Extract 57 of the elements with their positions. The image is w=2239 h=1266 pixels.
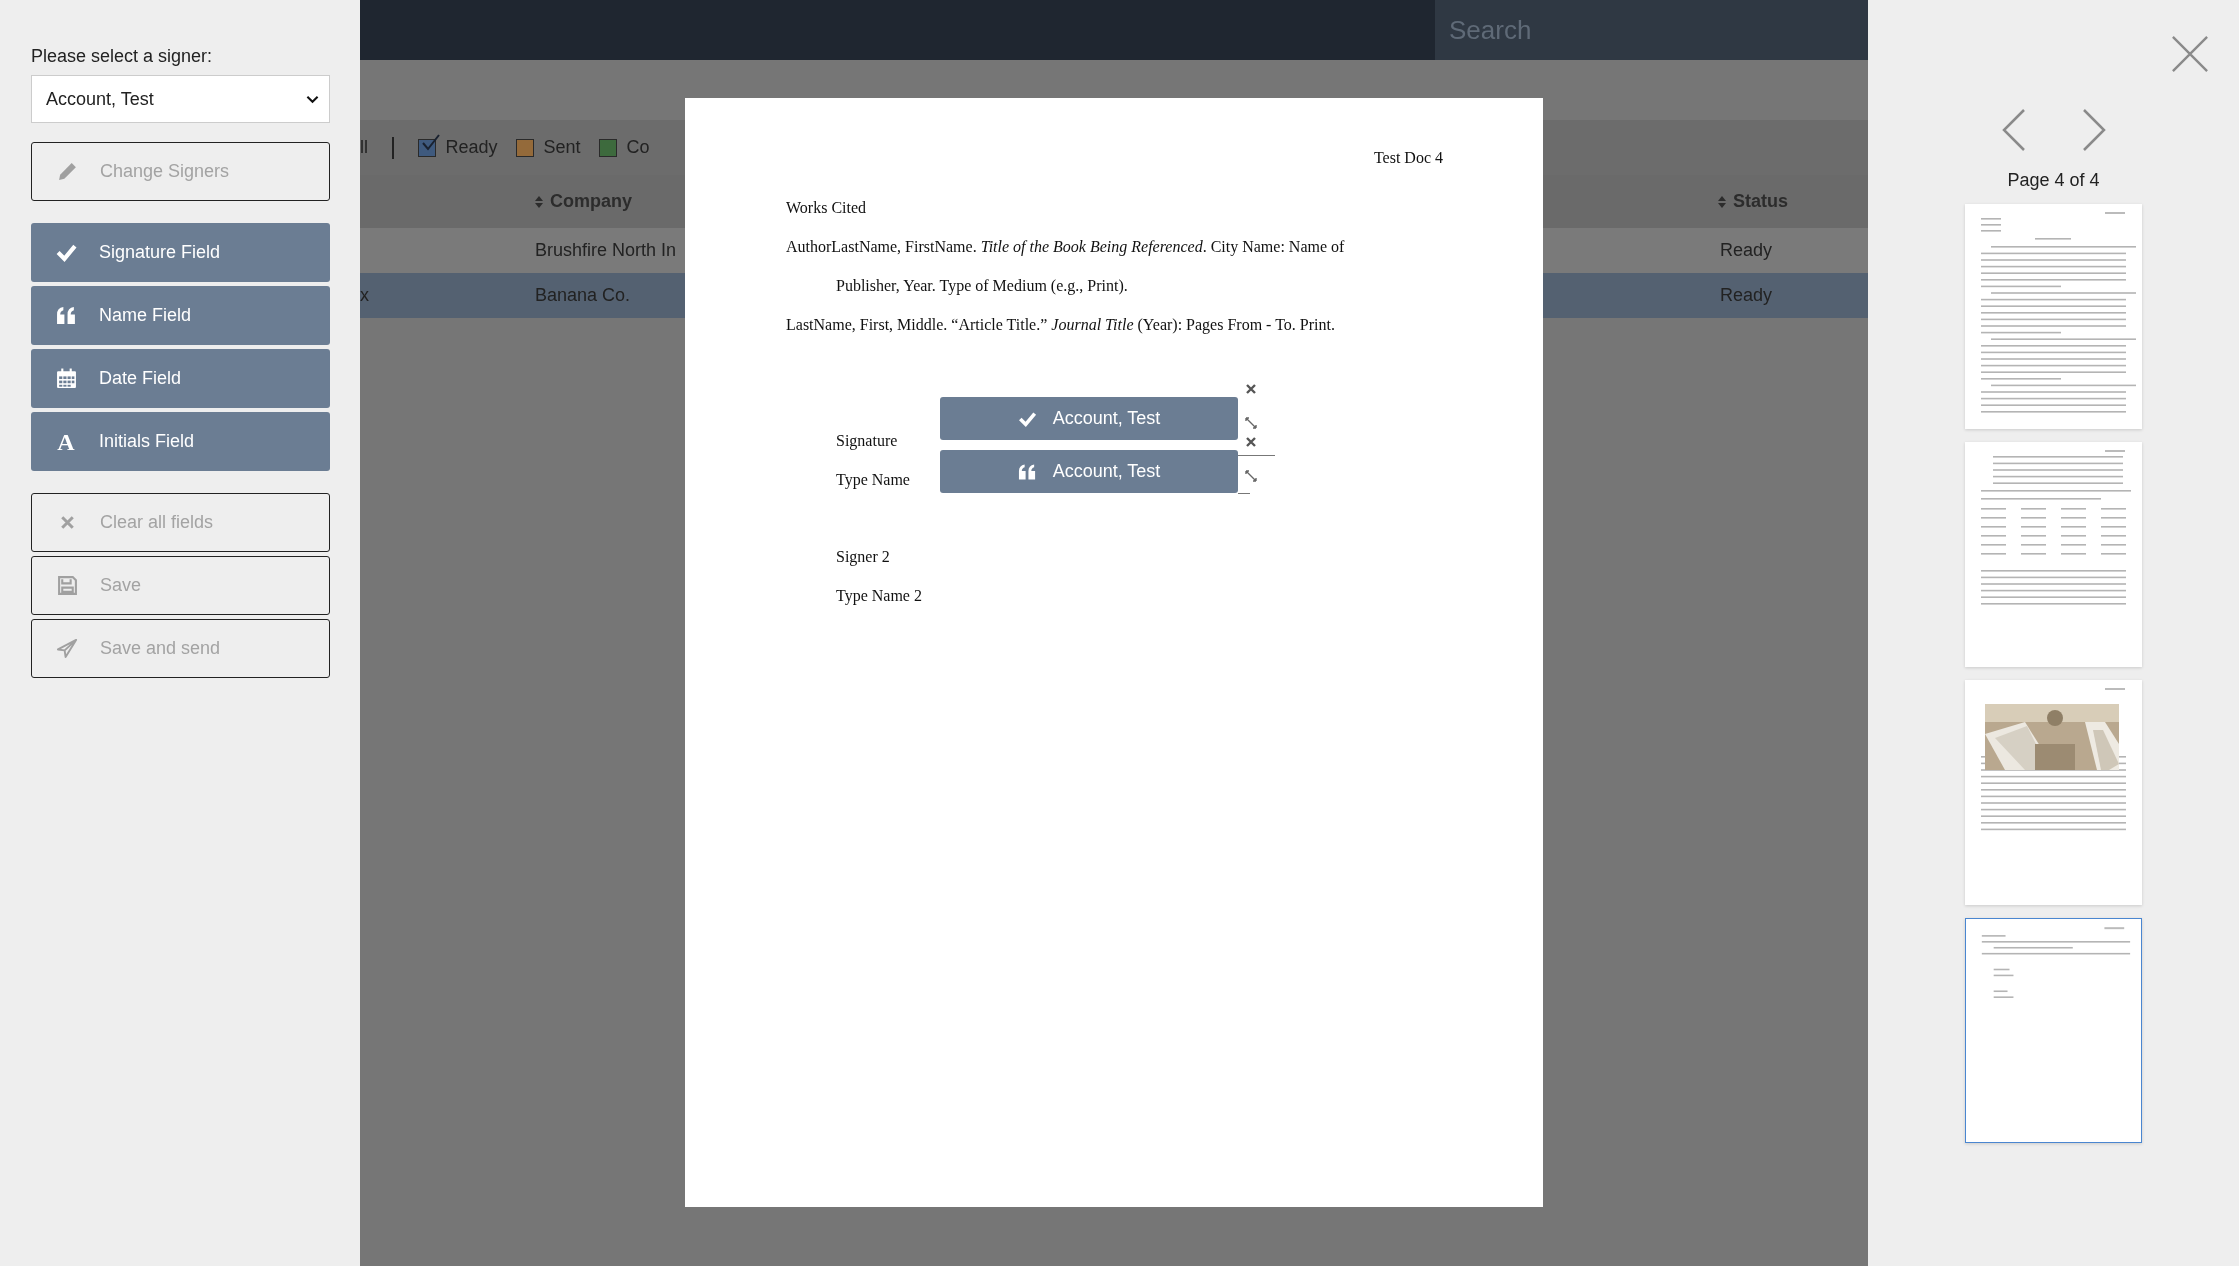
sidebar-button[interactable]: Date Field [31, 349, 330, 408]
signature-label: Signature [836, 431, 898, 452]
filter-checkbox[interactable] [515, 138, 534, 157]
table-cell: Banana Co. [535, 285, 631, 306]
next-page-icon[interactable] [2081, 108, 2106, 152]
table-cell: Brushfire North In [535, 240, 677, 261]
filter-label[interactable]: ll [360, 137, 368, 158]
column-header[interactable]: Status [1733, 191, 1788, 212]
letter-icon: A [57, 429, 75, 454]
page-indicator: Page 4 of 4 [2007, 170, 2100, 191]
quote-icon [1017, 462, 1037, 481]
filter-label[interactable]: Ready [445, 137, 498, 158]
column-header[interactable]: Company [550, 191, 632, 212]
sidebar-button[interactable]: Signature Field [31, 223, 330, 282]
signature-label: Type Name [836, 470, 910, 491]
filter-label[interactable]: Sent [543, 137, 581, 158]
citation-line: Publisher, Year. Type of Medium (e.g., Print). [836, 276, 1128, 297]
citation-line: LastName, First, Middle. “Article Title.” Journal Title (Year): Pages From - To. Print. [786, 315, 1335, 336]
page-thumbnail[interactable] [1965, 680, 2142, 905]
signer-select[interactable]: Account, Test [31, 75, 330, 123]
filter-checkbox[interactable] [598, 138, 617, 157]
signature-label: Signer 2 [836, 547, 890, 568]
chevron-down-icon [306, 94, 319, 104]
remove-icon[interactable] [1246, 384, 1256, 394]
close-icon[interactable] [2171, 35, 2209, 73]
table-cell: Ready [1720, 240, 1773, 261]
citation-line: AuthorLastName, FirstName. Title of the Book Being Referenced. City Name: Name of [786, 237, 1345, 258]
table-cell-text: x [360, 285, 370, 306]
remove-icon[interactable] [1246, 437, 1256, 447]
sidebar-button[interactable]: Name Field [31, 286, 330, 345]
signer-label: Please select a signer: [31, 46, 213, 67]
table-cell: Ready [1720, 285, 1773, 306]
pencil-icon [56, 161, 78, 182]
page-thumbnail[interactable] [1965, 204, 2142, 429]
table-row[interactable]: Ready [1543, 228, 1868, 273]
previous-page-icon[interactable] [2001, 108, 2026, 152]
page-thumbnail[interactable] [1965, 442, 2142, 667]
sort-icon[interactable] [1718, 195, 1726, 208]
placed-field[interactable]: Account, Test [940, 397, 1238, 440]
resize-icon[interactable] [1245, 417, 1257, 429]
page-thumbnail[interactable] [1965, 918, 2142, 1143]
page-header: Test Doc 4 [1372, 148, 1443, 168]
placed-field[interactable]: Account, Test [940, 450, 1238, 493]
table-row[interactable]: Brushfire North In [360, 228, 685, 273]
sidebar-button[interactable]: A Initials Field [31, 412, 330, 471]
signature-label: Type Name 2 [836, 586, 922, 607]
calendar-icon [55, 368, 77, 389]
close-icon [59, 515, 75, 530]
table-row[interactable]: Ready [1543, 273, 1868, 318]
paper-plane-icon [56, 638, 78, 659]
quote-icon [55, 305, 77, 326]
resize-icon[interactable] [1245, 470, 1257, 482]
sort-icon[interactable] [535, 195, 543, 208]
table-row[interactable]: x Banana Co. [360, 273, 685, 318]
filter-label[interactable]: Co [626, 137, 650, 158]
document-heading: Works Cited [786, 198, 867, 218]
check-icon [55, 242, 77, 263]
